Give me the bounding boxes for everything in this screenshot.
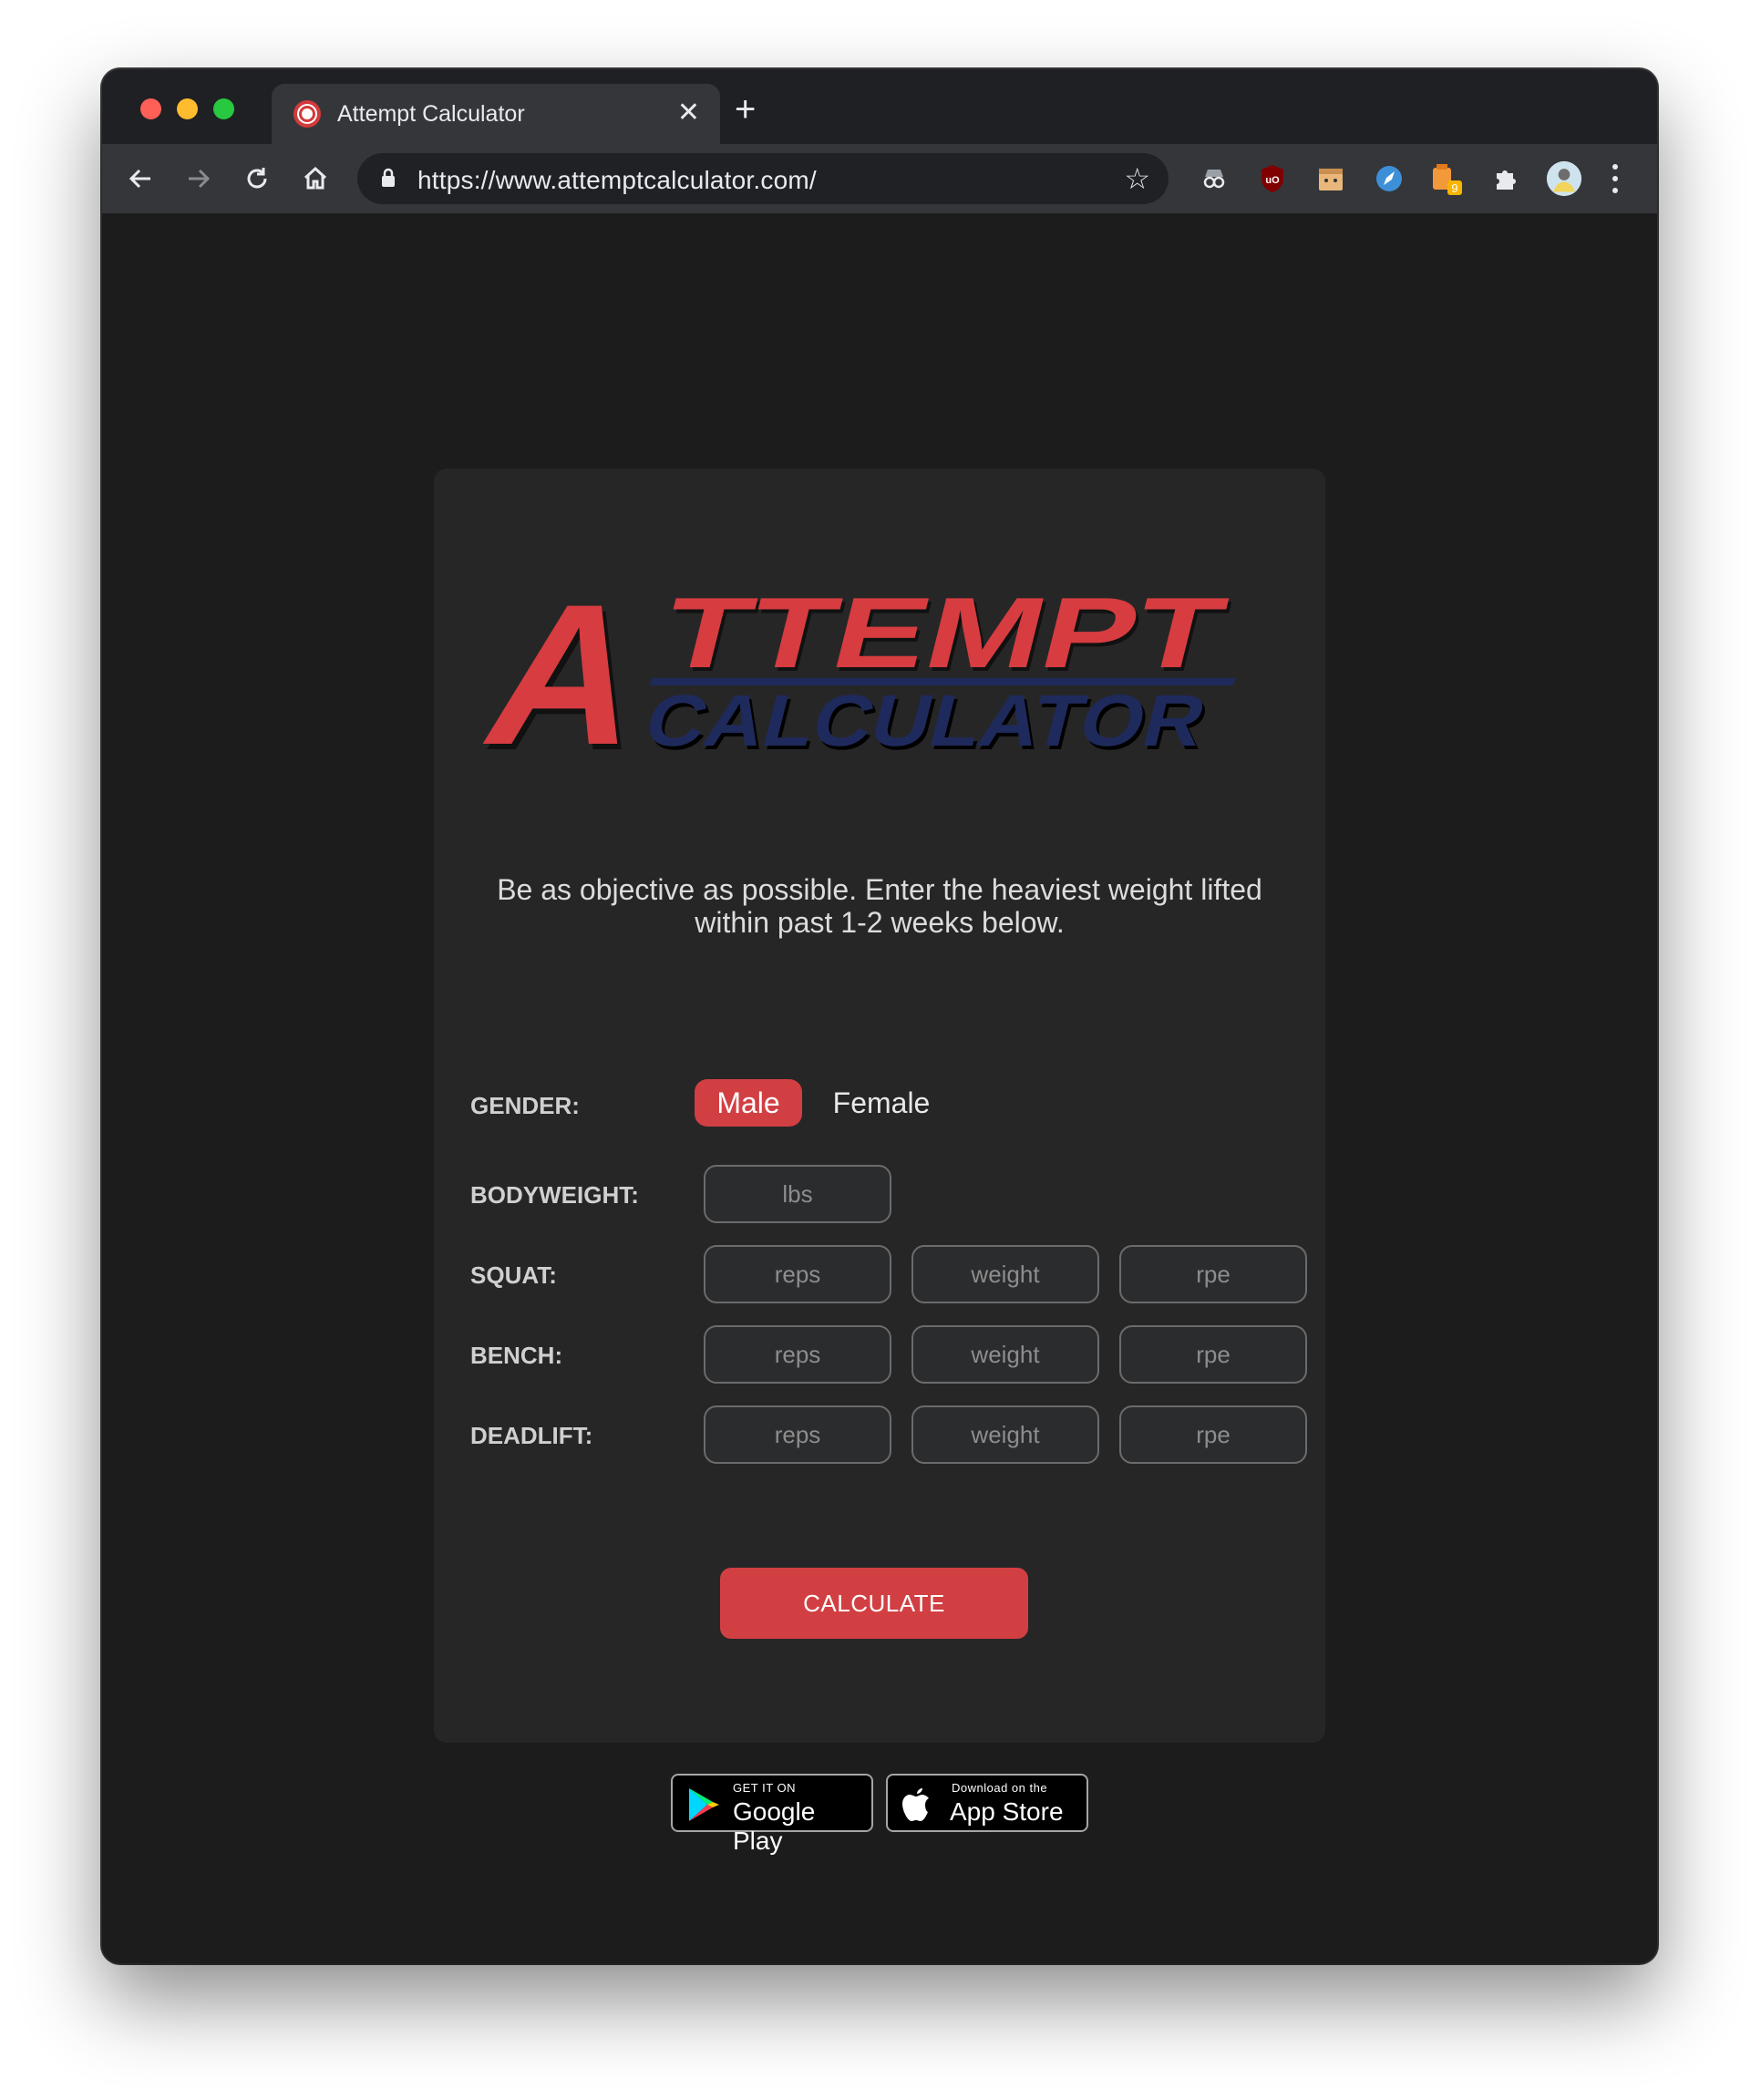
title-bar: Attempt Calculator ✕ +	[102, 69, 1657, 144]
honey-extension-icon[interactable]: 9	[1429, 160, 1466, 197]
gender-female-button[interactable]: Female	[824, 1079, 939, 1127]
box-face-extension-icon[interactable]	[1313, 160, 1349, 197]
deadlift-label: DEADLIFT:	[470, 1422, 593, 1449]
svg-text:TTEMPT: TTEMPT	[652, 577, 1236, 689]
deadlift-reps-input[interactable]: reps	[704, 1405, 891, 1464]
close-tab-icon[interactable]: ✕	[677, 97, 700, 129]
new-tab-icon[interactable]: +	[735, 91, 756, 128]
bodyweight-input[interactable]: lbs	[704, 1165, 891, 1223]
gender-male-button[interactable]: Male	[695, 1079, 802, 1127]
google-play-big-text: Google Play	[733, 1797, 816, 1855]
attempt-calculator-logo: A A TTEMPT TTEMPT CALCULATOR CALCULATOR	[474, 569, 1239, 769]
tab-title: Attempt Calculator	[337, 101, 525, 127]
instructions-text: Be as objective as possible. Enter the h…	[497, 873, 1262, 939]
deadlift-weight-input[interactable]: weight	[911, 1405, 1099, 1464]
google-play-icon	[689, 1788, 719, 1821]
puzzle-extensions-icon[interactable]	[1488, 160, 1524, 197]
lock-icon	[382, 168, 395, 187]
browser-toolbar: https://www.attemptcalculator.com/ ☆ uO …	[102, 144, 1657, 213]
favicon-icon	[294, 100, 321, 128]
forward-arrow-icon[interactable]	[179, 159, 219, 199]
profile-avatar-icon[interactable]	[1546, 160, 1582, 197]
google-play-badge[interactable]: GET IT ON Google Play	[671, 1774, 873, 1855]
minimize-window-button[interactable]	[177, 98, 198, 119]
svg-text:9: 9	[1451, 181, 1457, 195]
app-store-badge[interactable]: Download on the App Store	[886, 1774, 1088, 1832]
ublock-icon[interactable]: uO	[1254, 160, 1291, 197]
calculate-button[interactable]: CALCULATE	[720, 1568, 1028, 1639]
pen-extension-icon[interactable]	[1371, 160, 1407, 197]
squat-reps-input[interactable]: reps	[704, 1245, 891, 1303]
url-text: https://www.attemptcalculator.com/	[417, 166, 817, 194]
deadlift-rpe-input[interactable]: rpe	[1119, 1405, 1307, 1464]
apple-icon	[902, 1788, 929, 1821]
bench-rpe-input[interactable]: rpe	[1119, 1325, 1307, 1384]
squat-weight-input[interactable]: weight	[911, 1245, 1099, 1303]
address-bar[interactable]: https://www.attemptcalculator.com/ ☆	[357, 153, 1169, 204]
squat-label: SQUAT:	[470, 1261, 557, 1289]
squat-rpe-input[interactable]: rpe	[1119, 1245, 1307, 1303]
google-play-small-text: GET IT ON	[733, 1781, 797, 1795]
bookmark-star-icon[interactable]: ☆	[1124, 162, 1150, 195]
app-store-big-text: App Store	[950, 1797, 1064, 1826]
svg-text:A: A	[474, 569, 667, 769]
bench-weight-input[interactable]: weight	[911, 1325, 1099, 1384]
bench-label: BENCH:	[470, 1342, 563, 1369]
app-store-small-text: Download on the	[952, 1781, 1048, 1795]
bench-reps-input[interactable]: reps	[704, 1325, 891, 1384]
gender-label: GENDER:	[470, 1092, 580, 1119]
home-icon[interactable]	[295, 159, 335, 199]
browser-menu-icon[interactable]	[1606, 160, 1624, 197]
svg-text:uO: uO	[1265, 175, 1280, 186]
calculator-card: A A TTEMPT TTEMPT CALCULATOR CALCULATOR …	[434, 468, 1325, 1743]
spy-extension-icon[interactable]	[1196, 160, 1232, 197]
close-window-button[interactable]	[140, 98, 161, 119]
svg-text:CALCULATOR: CALCULATOR	[637, 680, 1213, 762]
page-content: A A TTEMPT TTEMPT CALCULATOR CALCULATOR …	[102, 213, 1657, 1963]
browser-window: Attempt Calculator ✕ + https://www.attem…	[102, 69, 1657, 1963]
reload-icon[interactable]	[237, 159, 277, 199]
back-arrow-icon[interactable]	[120, 159, 160, 199]
bodyweight-label: BODYWEIGHT:	[470, 1181, 639, 1209]
zoom-window-button[interactable]	[213, 98, 234, 119]
browser-tab[interactable]: Attempt Calculator ✕	[272, 84, 720, 144]
